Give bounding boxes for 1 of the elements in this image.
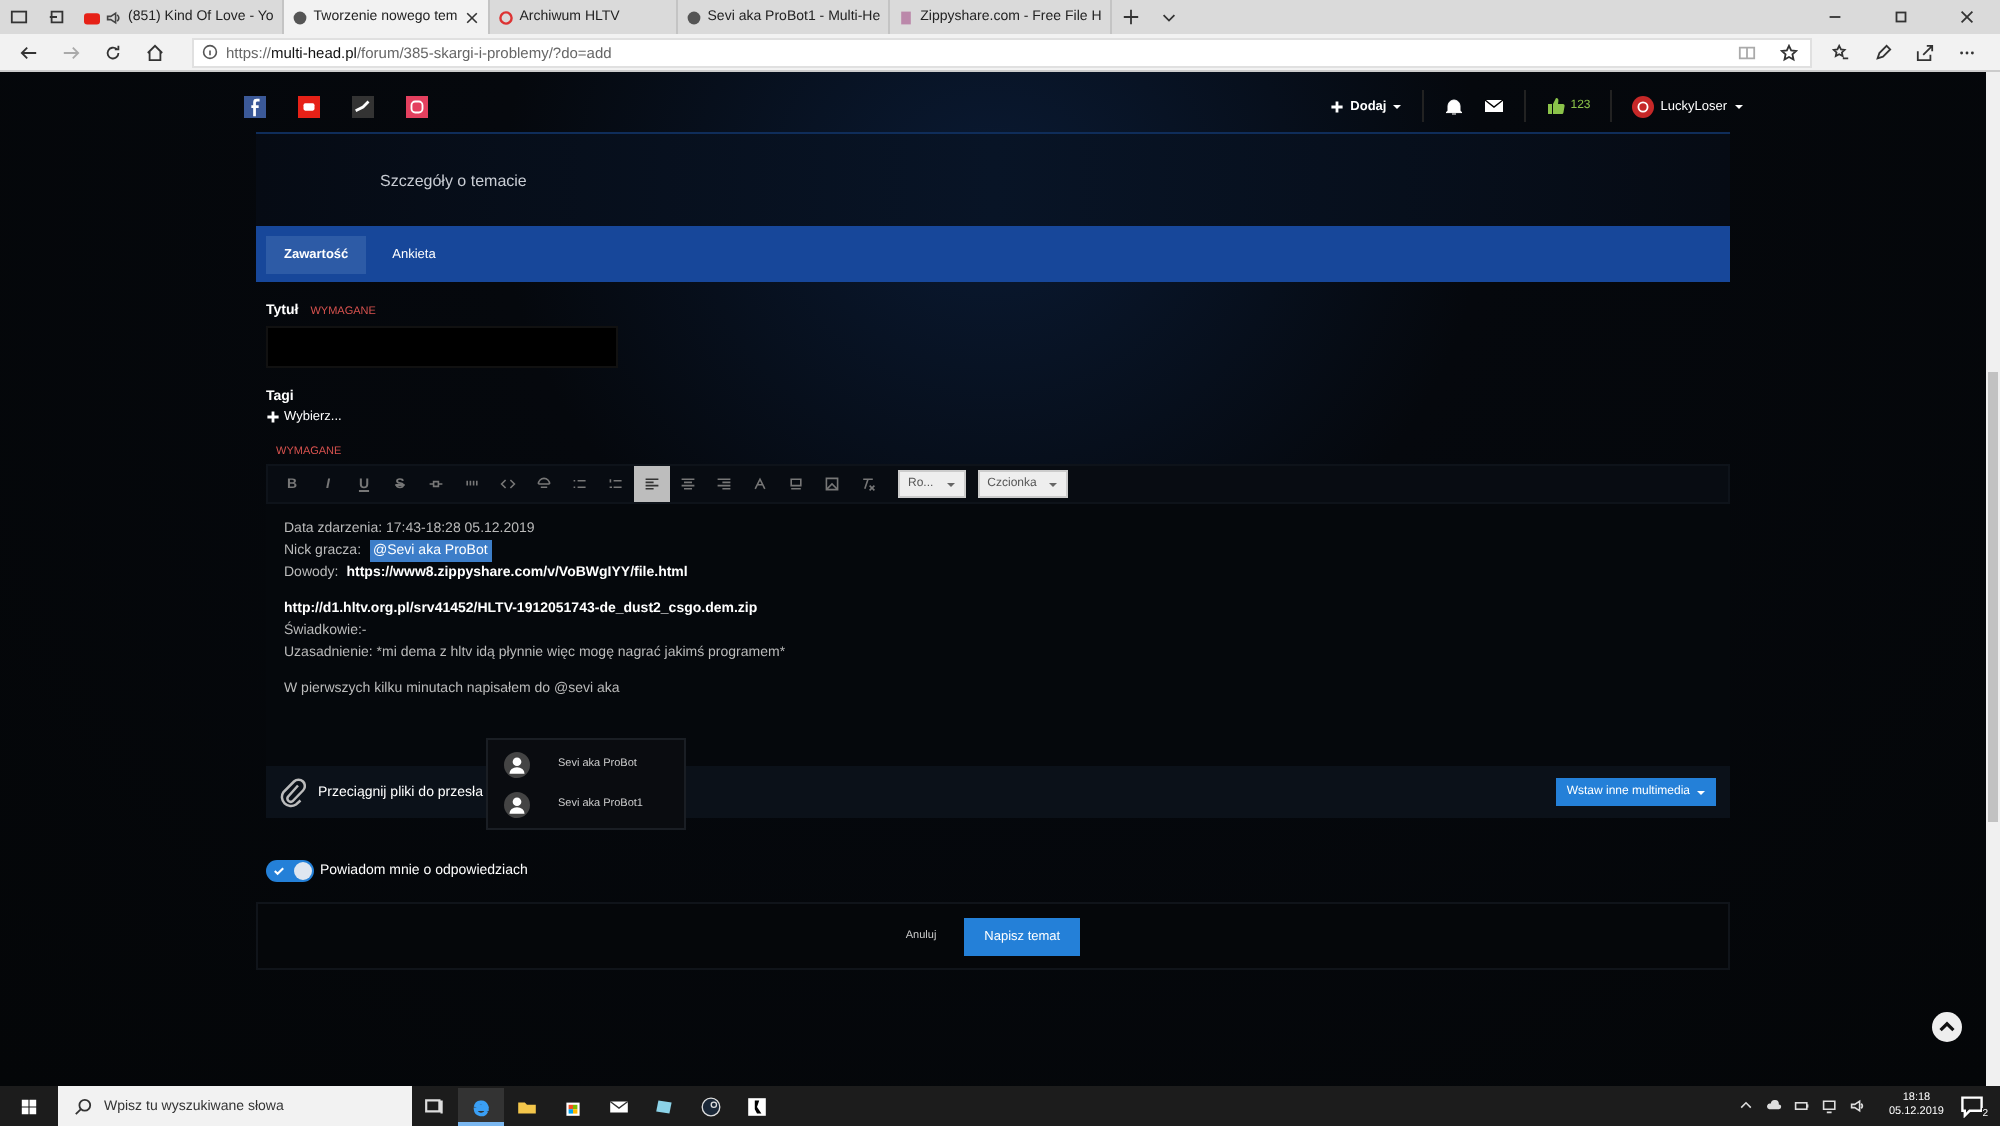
page-title: Szczegóły o temacie [380,171,527,189]
